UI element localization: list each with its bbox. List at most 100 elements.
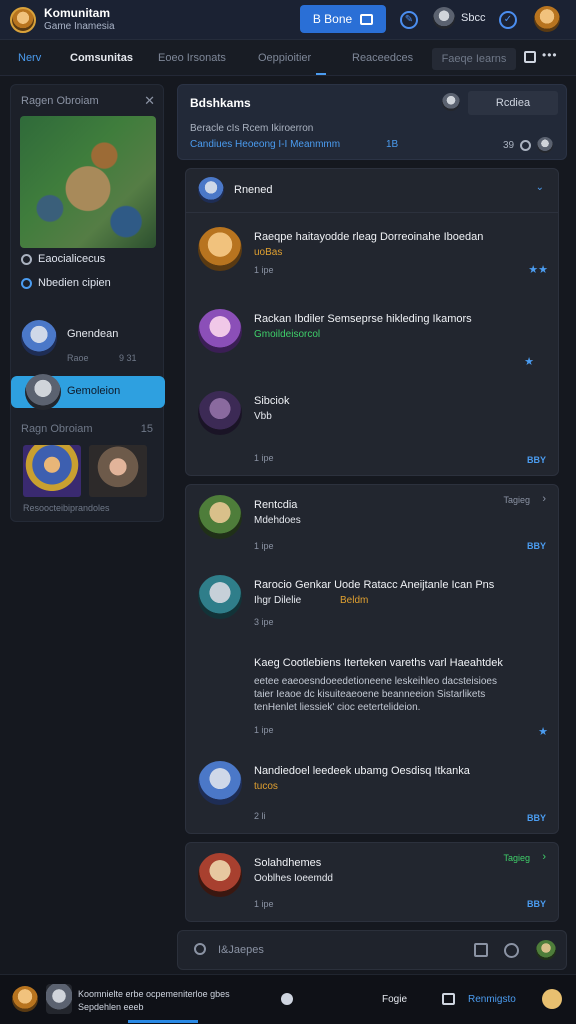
check-icon[interactable]: ✓ [499,11,517,29]
chevron-down-icon[interactable]: ⌄ [536,182,544,193]
contact-item[interactable]: Gnendean Raoe 9 31 [21,320,155,366]
like-icon[interactable]: ★ [538,725,548,738]
thread-card: Rnened ⌄ Raeqpe haitayodde rleag Dorreoi… [185,168,559,476]
message-meta: 1 ipe [254,899,274,909]
thread-header[interactable]: Rnened ⌄ [186,169,558,213]
message-body-line: tenHenlet liessiek' cioc eetertelideion. [254,702,421,713]
message-subtitle: uoBas [254,247,283,258]
lock-icon[interactable] [542,989,562,1009]
message-title: Rackan Ibdiler Semseprse hikleding Ikamo… [254,313,472,325]
tab-4[interactable]: Reaceedces [352,40,413,76]
message-avatar [198,853,242,897]
sidebar-section-count: 15 [140,423,153,435]
tab-5[interactable]: Faeqe Iearns [432,48,516,70]
message-item[interactable]: Rentcdia Mdehdoes 1 ipe [198,495,548,555]
app-brand: Komunitam Game Inamesia [44,5,115,33]
app-title: Komunitam [44,5,110,20]
tab-underline [316,73,326,75]
message-avatar [198,391,242,435]
message-title: Nandiedoel leedeek ubamg Oesdisq Itkanka [254,765,470,777]
contact-sub-right: 9 31 [119,353,137,363]
bottom-item-1[interactable]: Fogie [382,994,407,1005]
message-title: Rentcdia [254,499,298,511]
channel-link-line[interactable]: Candiues Heoeong I-I Meanmmm [190,139,340,150]
app-logo-avatar[interactable] [10,6,36,33]
message-composer[interactable]: I&Jaepes [177,930,567,970]
message-meta: 1 ipe [254,453,274,463]
tab-3[interactable]: Oeppioitier [258,40,311,76]
message-item[interactable]: Rackan Ibdiler Semseprse hikleding Ikamo… [198,309,548,368]
clock-icon[interactable] [504,943,519,958]
shield-icon[interactable] [281,993,293,1005]
app-subtitle: Game Inamesia [44,20,115,32]
tab-2[interactable]: Eoeo Irsonats [158,40,226,76]
attachment-icon[interactable] [474,943,488,957]
sidebar-header: Ragen Obroiam [21,95,99,107]
sidebar-option-label: Nbedien cipien [38,277,111,289]
contact-item-active[interactable]: Gemoleion [11,374,165,410]
message-subtitle: tucos [254,781,278,792]
like-icon[interactable]: ★★ [528,263,548,276]
composer-avatar[interactable] [536,940,556,960]
window-icon [360,13,374,25]
message-meta: 1 ipe [254,265,274,275]
message-subtitle: Vbb [254,411,272,422]
settings-icon[interactable] [520,139,532,151]
profile-avatar[interactable] [534,6,560,32]
close-icon[interactable]: ✕ [144,93,155,109]
thread-card: Tagieg › Solahdhemes Ooblhes Ioeemdd 1 i… [185,842,559,922]
hero-thumbnail[interactable] [23,445,81,497]
sidebar-option-label: Eaocialicecus [38,253,106,265]
primary-top-button-label: B Bone [312,12,353,26]
radio-icon [21,277,32,289]
more-icon[interactable]: ••• [542,48,558,62]
message-item[interactable]: Rarocio Genkar Uode Ratacc Aneijtanle Ic… [198,575,548,631]
tab-1[interactable]: Comsunitas [70,40,133,76]
primary-top-button[interactable]: B Bone [300,5,386,33]
message-body-line: eetee eaeoesndoeedetioneene leskeihleo d… [254,676,497,687]
message-tag[interactable]: BBY [527,455,546,465]
message-item[interactable]: Kaeg Cootlebiens Iterteken vareths varl … [198,653,548,743]
game-map-image[interactable] [20,116,156,248]
sidebar-section-title: Ragn Obroiam [21,423,93,435]
message-item[interactable]: Raeqpe haitayodde rleag Dorreoinahe Iboe… [198,227,548,283]
message-meta: 1 ipe [254,541,274,551]
channel-info-line: Beracle cIs Rcem Ikiroerron [190,123,314,134]
channel-avatar[interactable] [442,93,460,111]
bottom-logo-avatar[interactable] [12,986,38,1012]
thread-avatar [198,177,224,203]
contact-avatar [25,374,61,410]
sidebar: Ragen Obroiam ✕ Eaocialicecus Nbedien ci… [10,84,165,522]
sidebar-option-1[interactable]: Nbedien cipien [21,277,111,289]
top-user[interactable]: Sbcc [433,7,485,29]
channel-action-button[interactable]: Rcdiea [468,91,558,115]
message-title: Kaeg Cootlebiens Iterteken vareths varl … [254,657,503,669]
message-meta: 3 ipe [254,617,274,627]
bottom-status-line: Koomnielte erbe ocpemeniterloe gbes [78,989,230,999]
tab-0[interactable]: Nerv [18,40,41,76]
bottom-item-2[interactable]: Renmigsto [468,994,516,1005]
message-subtitle: Ooblhes Ioeemdd [254,873,333,884]
message-item[interactable]: Nandiedoel leedeek ubamg Oesdisq Itkanka… [198,761,548,821]
calendar-icon[interactable] [442,993,455,1005]
sidebar-option-0[interactable]: Eaocialicecus [21,253,105,265]
sidebar-footer: Resoocteibiprandoles [23,503,110,513]
message-tag[interactable]: BBY [527,541,546,551]
channel-count: 39 [503,137,554,153]
thread-card: Tagieg › Rentcdia Mdehdoes 1 ipe BBY Rar… [185,484,559,834]
hero-thumbnail[interactable] [89,445,147,497]
note-icon[interactable] [524,51,536,63]
message-tag[interactable]: BBY [527,813,546,823]
edit-icon[interactable]: ✎ [400,11,418,29]
contact-name: Gemoleion [67,385,121,397]
search-icon [194,943,206,955]
member-avatar[interactable] [537,137,554,153]
message-avatar [198,309,242,353]
message-tag[interactable]: BBY [527,899,546,909]
user-avatar[interactable] [433,7,455,29]
message-item[interactable]: Sibciok Vbb 1 ipe [198,391,548,467]
message-item[interactable]: Solahdhemes Ooblhes Ioeemdd 1 ipe [198,853,548,913]
contact-name: Gnendean [67,328,119,340]
like-icon[interactable]: ★ [524,355,534,368]
bottom-user-avatar[interactable] [46,984,72,1014]
